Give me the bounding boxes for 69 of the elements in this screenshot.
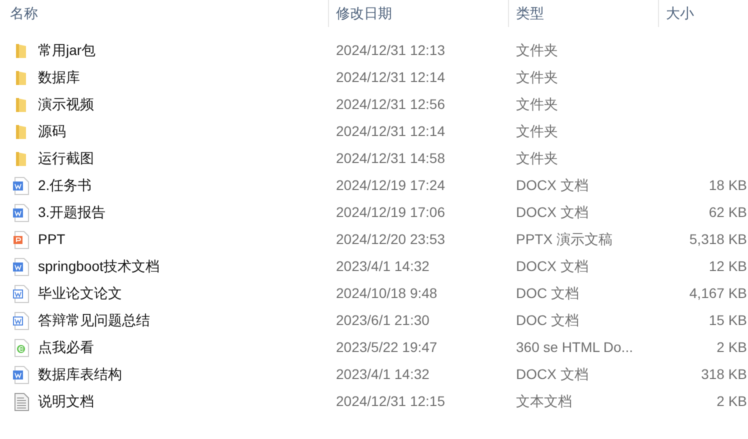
file-type: 文本文档 <box>515 392 573 411</box>
file-size: 318 KB <box>701 365 747 384</box>
file-type: PPTX 演示文稿 <box>515 230 614 249</box>
modified-date: 2024/12/19 17:24 <box>335 176 446 195</box>
file-type: 360 se HTML Do... <box>515 338 634 357</box>
modified-date: 2024/12/31 12:56 <box>335 95 446 114</box>
file-type: 文件夹 <box>515 68 559 87</box>
file-name[interactable]: 数据库表结构 <box>38 364 122 385</box>
modified-date: 2023/4/1 14:32 <box>335 257 430 276</box>
word-document-icon <box>13 176 29 194</box>
file-name[interactable]: 数据库 <box>38 67 80 88</box>
file-name[interactable]: 源码 <box>38 121 66 142</box>
word-document-icon <box>13 258 29 276</box>
folder-icon <box>15 70 27 86</box>
modified-date: 2023/5/22 19:47 <box>335 338 438 357</box>
word-document-icon <box>13 204 29 222</box>
file-name[interactable]: 3.开题报告 <box>38 202 106 223</box>
file-size: 62 KB <box>708 203 747 222</box>
file-type: 文件夹 <box>515 122 559 141</box>
column-header[interactable]: 修改日期 <box>329 3 392 24</box>
file-type: 文件夹 <box>515 95 559 114</box>
folder-icon <box>15 96 27 112</box>
word-document-icon <box>13 312 29 330</box>
modified-date: 2024/10/18 9:48 <box>335 284 438 303</box>
modified-date: 2023/4/1 14:32 <box>335 365 430 384</box>
file-size: 4,167 KB <box>689 284 747 303</box>
file-name[interactable]: 2.任务书 <box>38 175 92 196</box>
modified-date: 2024/12/20 23:53 <box>335 230 446 249</box>
file-name[interactable]: 演示视频 <box>38 94 94 115</box>
file-size: 2 KB <box>716 338 747 357</box>
file-type: 文件夹 <box>515 149 559 168</box>
file-type: DOCX 文档 <box>515 365 590 384</box>
file-size: 15 KB <box>708 311 747 330</box>
file-type: DOC 文档 <box>515 284 580 303</box>
modified-date: 2024/12/19 17:06 <box>335 203 446 222</box>
modified-date: 2024/12/31 12:15 <box>335 392 446 411</box>
file-size: 2 KB <box>716 392 747 411</box>
folder-icon <box>15 124 27 140</box>
folder-icon <box>15 42 27 58</box>
file-name[interactable]: 常用jar包 <box>38 40 96 61</box>
file-name[interactable]: PPT <box>38 229 66 250</box>
modified-date: 2024/12/31 14:58 <box>335 149 446 168</box>
file-type: DOCX 文档 <box>515 203 590 222</box>
file-name[interactable]: 说明文档 <box>38 391 94 412</box>
web-page-icon <box>13 338 29 356</box>
text-file-icon <box>13 392 29 410</box>
file-name[interactable]: 运行截图 <box>38 148 94 169</box>
column-header[interactable]: 类型 <box>509 3 544 24</box>
file-type: DOCX 文档 <box>515 257 590 276</box>
file-type: DOCX 文档 <box>515 176 590 195</box>
file-name[interactable]: springboot技术文档 <box>38 256 160 277</box>
modified-date: 2024/12/31 12:14 <box>335 68 446 87</box>
modified-date: 2024/12/31 12:13 <box>335 41 446 60</box>
modified-date: 2024/12/31 12:14 <box>335 122 446 141</box>
modified-date: 2023/6/1 21:30 <box>335 311 430 330</box>
file-size: 5,318 KB <box>689 230 747 249</box>
file-type: 文件夹 <box>515 41 559 60</box>
column-header[interactable]: 大小 <box>659 3 694 24</box>
file-size: 12 KB <box>708 257 747 276</box>
presentation-icon <box>13 230 29 248</box>
file-name[interactable]: 答辩常见问题总结 <box>38 310 150 331</box>
word-document-icon <box>13 284 29 302</box>
column-header[interactable]: 名称 <box>0 3 38 24</box>
file-type: DOC 文档 <box>515 311 580 330</box>
folder-icon <box>15 150 27 166</box>
file-size: 18 KB <box>708 176 747 195</box>
file-name[interactable]: 点我必看 <box>38 337 94 358</box>
word-document-icon <box>13 366 29 384</box>
file-name[interactable]: 毕业论文论文 <box>38 283 122 304</box>
